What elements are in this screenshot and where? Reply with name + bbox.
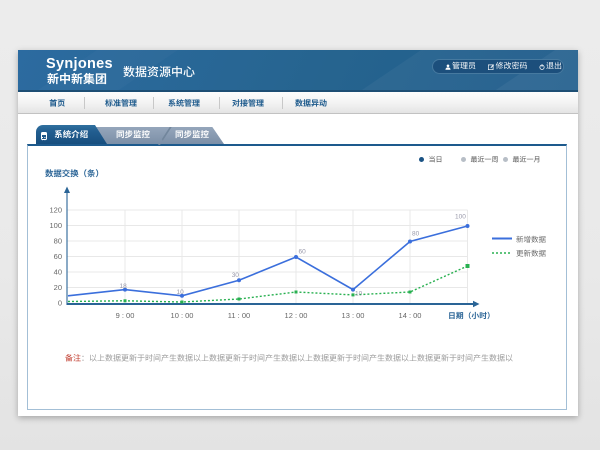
svg-text:60: 60 (299, 248, 307, 255)
svg-text:13 : 00: 13 : 00 (342, 311, 365, 320)
svg-text:100: 100 (455, 214, 466, 221)
svg-text:10 : 00: 10 : 00 (171, 311, 194, 320)
svg-text:80: 80 (54, 237, 62, 246)
svg-text:14 : 00: 14 : 00 (399, 311, 422, 320)
svg-text:40: 40 (54, 268, 62, 277)
svg-text:9 : 00: 9 : 00 (116, 311, 135, 320)
svg-text:100: 100 (49, 221, 62, 230)
svg-text:30: 30 (232, 272, 240, 279)
svg-text:12 : 00: 12 : 00 (285, 311, 308, 320)
svg-text:11 : 00: 11 : 00 (228, 311, 250, 320)
svg-text:18: 18 (120, 283, 128, 290)
svg-text:0: 0 (58, 299, 62, 308)
svg-text:20: 20 (54, 283, 62, 292)
svg-text:10: 10 (355, 291, 363, 298)
svg-text:60: 60 (54, 252, 62, 261)
svg-text:80: 80 (412, 231, 420, 238)
svg-text:120: 120 (49, 206, 62, 215)
svg-text:10: 10 (177, 289, 185, 296)
